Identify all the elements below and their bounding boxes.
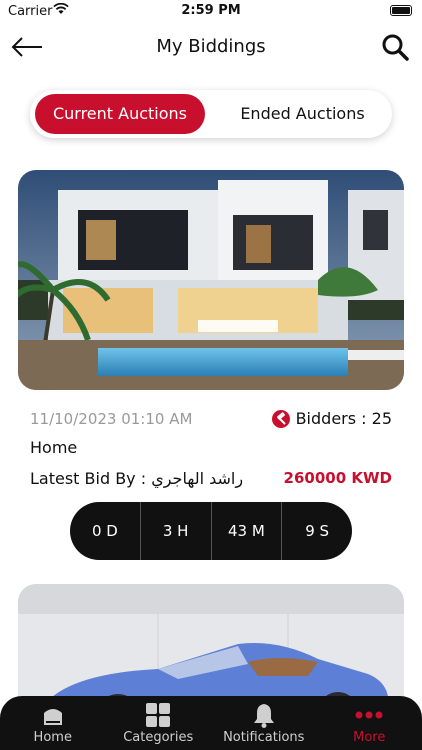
- nav-more-label: More: [353, 730, 386, 745]
- latest-bid-row: Latest Bid By : راشد الهاجري 260000 KWD: [30, 469, 392, 493]
- gavel-icon: [271, 409, 290, 428]
- clock: 2:59 PM: [181, 3, 241, 18]
- tab-current-auctions[interactable]: Current Auctions: [35, 94, 205, 134]
- auction-image-house: [18, 170, 404, 390]
- nav-notifications[interactable]: Notifications: [211, 696, 317, 750]
- bidders-count: Bidders : 25: [271, 409, 392, 428]
- auction-category: Home: [30, 438, 78, 457]
- status-bar: Carrier 2:59 PM: [0, 0, 422, 24]
- nav-more[interactable]: More: [317, 696, 422, 750]
- bidders-label: Bidders : 25: [295, 409, 392, 428]
- countdown-days: 0 D: [70, 502, 141, 560]
- auction-tabs: Current Auctions Ended Auctions: [30, 90, 392, 138]
- home-icon: [43, 709, 62, 725]
- page-title: My Biddings: [156, 36, 266, 57]
- tab-ended-auctions[interactable]: Ended Auctions: [220, 94, 385, 134]
- bell-icon: [253, 704, 274, 728]
- grid-icon: [146, 703, 171, 727]
- search-icon[interactable]: [380, 32, 410, 62]
- more-dots-icon: [355, 711, 383, 719]
- auction-date: 11/10/2023 01:10 AM: [30, 410, 193, 428]
- header: My Biddings: [0, 24, 422, 72]
- auction-meta-row: 11/10/2023 01:10 AM Bidders : 25: [30, 409, 392, 434]
- nav-categories-label: Categories: [123, 730, 194, 745]
- auction-card[interactable]: 11/10/2023 01:10 AM Bidders : 25 Home La…: [18, 170, 404, 560]
- bid-amount: 260000 KWD: [283, 469, 392, 487]
- nav-home[interactable]: Home: [0, 696, 106, 750]
- nav-notifications-label: Notifications: [223, 730, 305, 745]
- battery-icon: [390, 5, 412, 16]
- nav-categories[interactable]: Categories: [106, 696, 212, 750]
- countdown-timer: 0 D 3 H 43 M 9 S: [70, 502, 352, 560]
- countdown-minutes: 43 M: [212, 502, 283, 560]
- bottom-nav: Home Categories Notifications More: [0, 696, 422, 750]
- nav-home-label: Home: [33, 730, 72, 745]
- countdown-hours: 3 H: [141, 502, 212, 560]
- countdown-seconds: 9 S: [305, 522, 330, 540]
- latest-bid-label: Latest Bid By : راشد الهاجري: [30, 469, 244, 488]
